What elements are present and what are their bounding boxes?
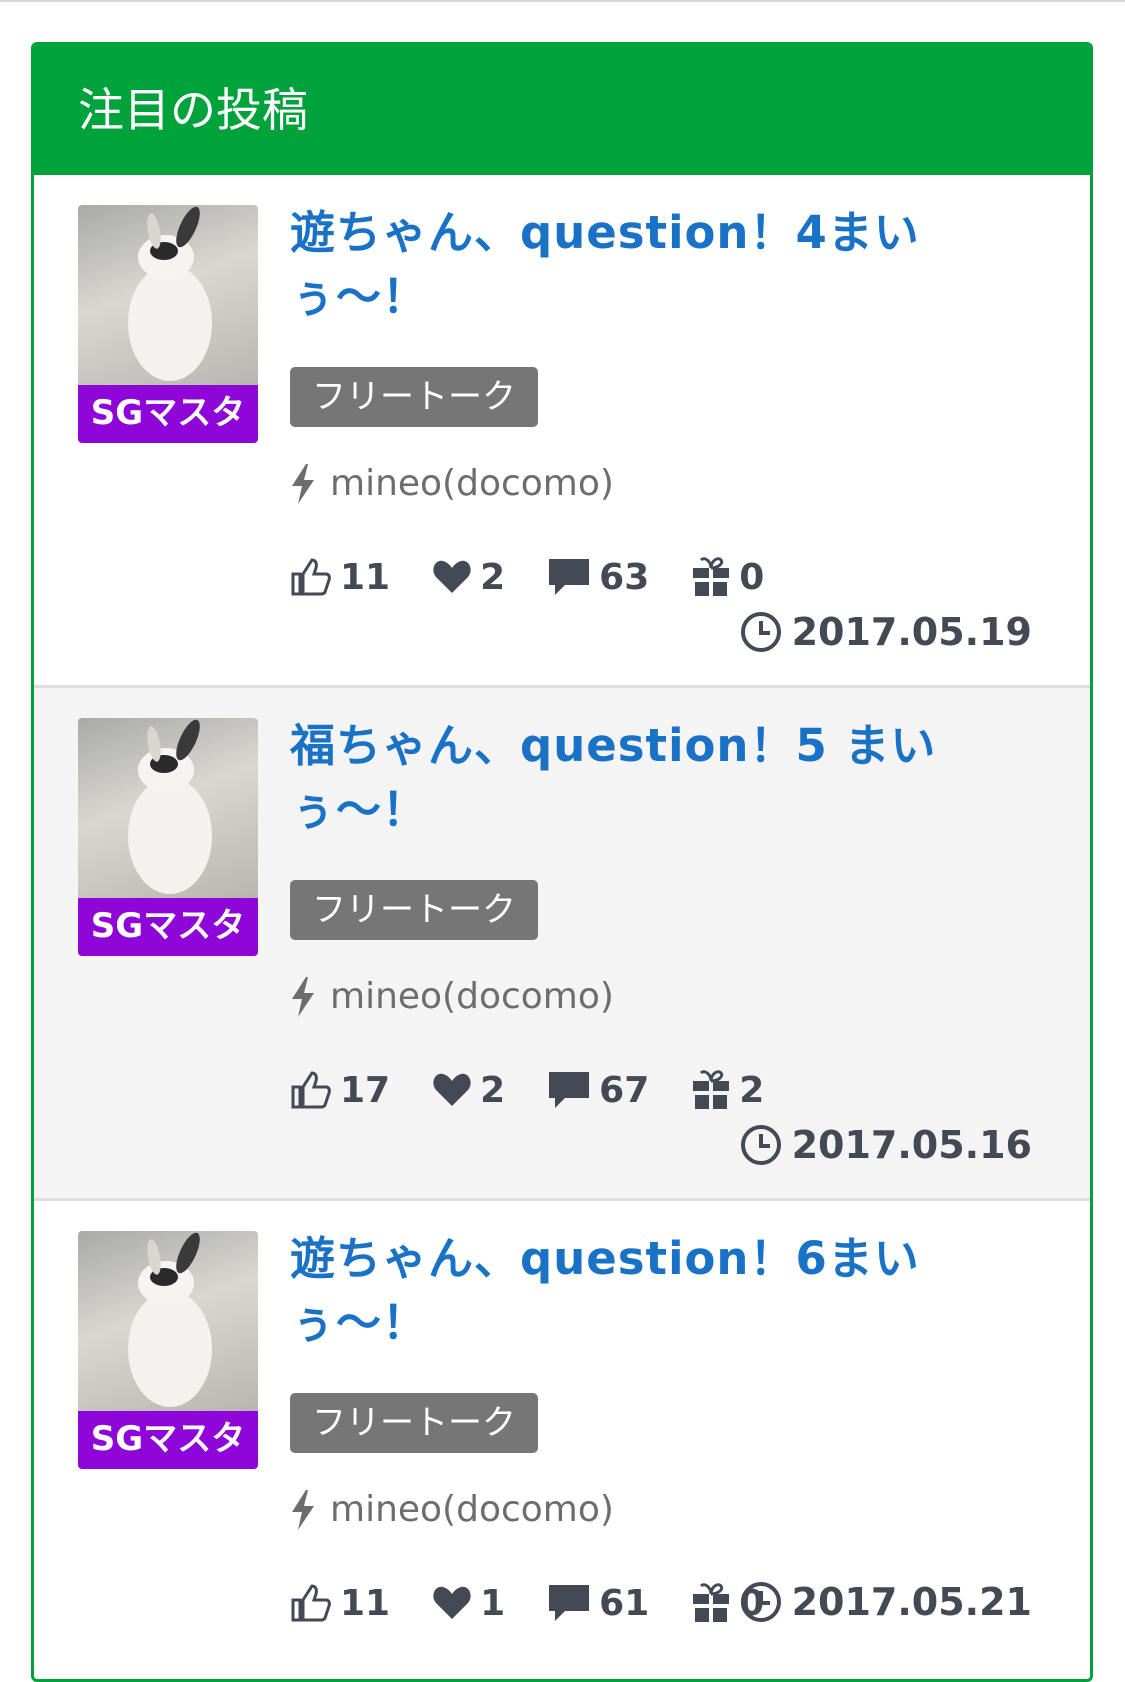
heart-icon [433,1586,471,1619]
carrier-label: mineo(docomo) [290,459,614,509]
comment-icon [549,559,590,595]
clock-icon [740,1582,781,1622]
comment-icon [549,1072,590,1108]
comment-icon [549,1585,590,1621]
carrier-label: mineo(docomo) [290,1485,614,1535]
category-tag[interactable]: フリートーク [290,367,538,427]
post-item[interactable]: SGマスタ 遊ちゃん、question！4まいぅ〜！ フリートーク mineo(… [34,175,1090,688]
top-divider [0,0,1125,2]
post-date: 2017.05.19 [740,605,1032,659]
post-stats: 11 1 61 0 [290,1575,806,1631]
clock-icon [740,612,781,652]
gift-icon [693,557,730,596]
category-tag[interactable]: フリートーク [290,1393,538,1453]
like-count[interactable]: 11 [290,556,390,598]
post-item[interactable]: SGマスタ 遊ちゃん、question！6まいぅ〜！ フリートーク mineo(… [34,1201,1090,1679]
clock-icon [740,1125,781,1165]
rank-badge: SGマスタ [78,1411,258,1469]
like-count[interactable]: 11 [290,1582,390,1624]
post-item[interactable]: SGマスタ 福ちゃん、question！5 まいぅ〜！ フリートーク mineo… [34,688,1090,1201]
rabbit-photo [78,1231,258,1411]
thumbs-up-icon [291,1584,331,1622]
avatar[interactable]: SGマスタ [78,1231,258,1469]
thumbs-up-icon [291,558,331,596]
featured-posts-panel: 注目の投稿 SGマスタ 遊ちゃん、question！4まいぅ〜！ フリートーク … [31,42,1093,1682]
comment-count[interactable]: 63 [547,557,649,598]
lightning-icon [292,977,314,1017]
lightning-icon [292,1490,314,1530]
carrier-name: mineo(docomo) [330,976,614,1017]
avatar[interactable]: SGマスタ [78,718,258,956]
post-date: 2017.05.16 [740,1118,1032,1172]
gift-icon [693,1583,730,1622]
carrier-name: mineo(docomo) [330,1489,614,1530]
post-stats: 17 2 67 2 [290,1062,806,1118]
avatar[interactable]: SGマスタ [78,205,258,443]
lightning-icon [292,464,314,504]
heart-icon [433,1073,471,1106]
comment-count[interactable]: 61 [547,1583,649,1624]
comment-count[interactable]: 67 [547,1070,649,1111]
gift-count[interactable]: 2 [691,1069,764,1111]
rank-badge: SGマスタ [78,385,258,443]
carrier-label: mineo(docomo) [290,972,614,1022]
category-tag[interactable]: フリートーク [290,880,538,940]
post-date: 2017.05.21 [740,1575,1032,1629]
carrier-name: mineo(docomo) [330,463,614,504]
rabbit-photo [78,718,258,898]
post-stats: 11 2 63 0 [290,549,806,605]
heart-count[interactable]: 2 [432,557,505,598]
rank-badge: SGマスタ [78,898,258,956]
gift-count[interactable]: 0 [691,556,764,598]
heart-count[interactable]: 2 [432,1070,505,1111]
thumbs-up-icon [291,1071,331,1109]
heart-icon [433,560,471,593]
like-count[interactable]: 17 [290,1069,390,1111]
panel-title: 注目の投稿 [34,45,1090,175]
rabbit-photo [78,205,258,385]
post-title-link[interactable]: 遊ちゃん、question！4まいぅ〜！ [290,201,990,329]
post-title-link[interactable]: 福ちゃん、question！5 まいぅ〜！ [290,714,990,842]
gift-icon [693,1070,730,1109]
post-title-link[interactable]: 遊ちゃん、question！6まいぅ〜！ [290,1227,990,1355]
heart-count[interactable]: 1 [432,1583,505,1624]
